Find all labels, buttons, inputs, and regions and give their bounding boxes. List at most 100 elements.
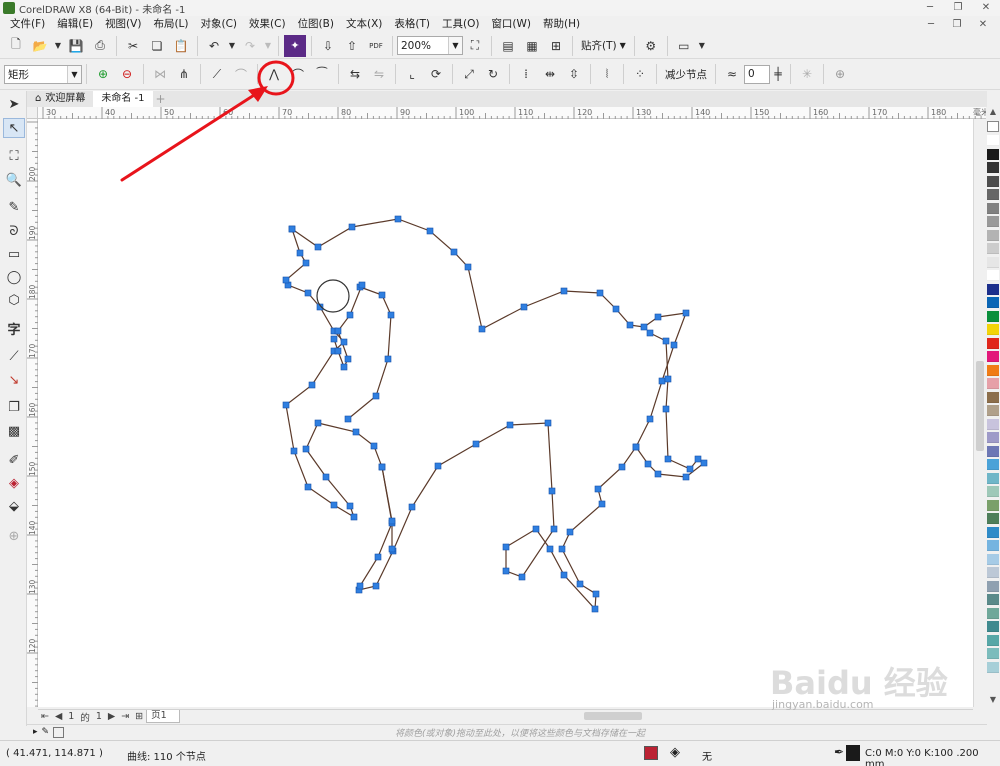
next-page-icon[interactable]: ▶ [105,711,118,722]
add-toolbar-icon[interactable]: ⊕ [829,63,851,85]
polygon-tool-icon[interactable]: ⬡ [3,290,25,310]
menu-object[interactable]: 对象(C) [195,16,244,33]
menu-view[interactable]: 视图(V) [99,16,147,33]
select-all-nodes-icon[interactable]: ⁘ [629,63,651,85]
color-swatch[interactable] [987,499,999,511]
pick-tool-icon[interactable]: ➤ [3,94,25,114]
symmetric-node-icon[interactable]: ⁀ [311,63,333,85]
doc-restore-icon[interactable]: ❐ [944,16,970,33]
menu-effects[interactable]: 效果(C) [243,16,292,33]
horse-curve-drawing[interactable] [38,119,973,707]
color-swatch[interactable] [987,175,999,187]
vertical-ruler[interactable]: 200 190 180 170 160 150 140 130 120 [27,119,38,707]
import-icon[interactable]: ⇩ [317,35,339,57]
drawing-canvas[interactable] [38,119,973,707]
tab-welcome-screen[interactable]: ⌂ 欢迎屏幕 [27,91,94,107]
open-icon[interactable]: 📂 [29,35,51,57]
curve-smoothness-input[interactable]: 0 [744,64,770,84]
menu-file[interactable]: 文件(F) [4,16,51,33]
guidelines-icon[interactable]: ⊞ [545,35,567,57]
smooth-node-icon[interactable]: ⌒ [287,63,309,85]
horizontal-ruler[interactable]: 30 40 50 60 70 80 90 100 110 120 130 140… [38,107,989,119]
cusp-node-icon[interactable]: ⋀ [263,63,285,85]
new-tab-icon[interactable]: + [153,91,169,107]
color-swatch[interactable] [987,580,999,592]
connector-tool-icon[interactable]: ↘ [3,370,25,390]
launch-icon[interactable]: ▭ [673,35,695,57]
join-nodes-icon[interactable]: ⋈ [149,63,171,85]
chevron-down-icon[interactable]: ▼ [67,65,81,83]
color-swatch[interactable] [987,148,999,160]
color-swatch[interactable] [987,661,999,673]
color-swatch[interactable] [987,243,999,254]
page-tab[interactable]: 页1 [146,710,180,723]
minimize-icon[interactable]: ─ [916,0,944,16]
interactive-fill-icon[interactable]: ◈ [3,473,25,493]
color-swatch[interactable] [987,351,999,362]
color-swatch[interactable] [987,364,999,376]
node-handles-icon[interactable]: ✳ [796,63,818,85]
mirror-h-icon[interactable]: ⇹ [539,63,561,85]
menu-help[interactable]: 帮助(H) [537,16,586,33]
color-swatch[interactable] [987,202,999,214]
to-line-icon[interactable]: ⟋ [206,63,228,85]
mirror-v-icon[interactable]: ⇳ [563,63,585,85]
color-swatch[interactable] [987,445,999,457]
transparency-icon[interactable]: ▩ [3,421,25,441]
new-doc-icon[interactable]: 🗋 [5,35,27,57]
no-color-swatch[interactable] [987,121,999,132]
close-curve-icon[interactable]: ⟳ [425,63,447,85]
color-swatch[interactable] [987,621,999,632]
smart-fill-icon[interactable]: ⬙ [3,496,25,516]
menu-tools[interactable]: 工具(O) [436,16,485,33]
menu-edit[interactable]: 编辑(E) [51,16,99,33]
color-swatch[interactable] [987,553,999,565]
elastic-mode-icon[interactable]: ⦚ [596,63,618,85]
extract-subpath-icon[interactable]: ⌞ [401,63,423,85]
last-page-icon[interactable]: ⇥ [118,711,132,722]
color-swatch[interactable] [987,256,999,268]
open-dropdown-icon[interactable]: ▼ [53,35,63,57]
align-nodes-icon[interactable]: ⁞ [515,63,537,85]
text-tool-icon[interactable]: 字 [3,318,25,338]
fill-icon[interactable] [644,746,658,760]
vertical-scroll-thumb[interactable] [976,361,984,451]
color-swatch[interactable] [987,135,999,146]
color-swatch[interactable] [987,459,999,470]
color-swatch[interactable] [987,162,999,173]
redo-icon[interactable]: ↷ [239,35,261,57]
color-swatch[interactable] [987,405,999,416]
add-node-icon[interactable]: ⊕ [92,63,114,85]
menu-layout[interactable]: 布局(L) [147,16,194,33]
ruler-origin[interactable] [27,107,38,119]
color-swatch[interactable] [987,513,999,524]
break-curve-icon[interactable]: ⋔ [173,63,195,85]
customize-toolbox-icon[interactable]: ⊕ [3,526,25,546]
full-screen-icon[interactable]: ⛶ [464,35,486,57]
color-swatch[interactable] [987,283,999,295]
color-swatch[interactable] [987,648,999,659]
color-swatch[interactable] [987,391,999,403]
restore-icon[interactable]: ❐ [944,0,972,16]
reduce-nodes-button[interactable]: 减少节点 [661,63,711,85]
ellipse-tool-icon[interactable]: ◯ [3,267,25,287]
outline-pen-icon[interactable]: ✒ [834,745,844,759]
rotate-nodes-icon[interactable]: ↻ [482,63,504,85]
close-icon[interactable]: ✕ [972,0,1000,16]
doc-palette-menu-icon[interactable]: ▸ [33,727,38,737]
palette-scroll-up-icon[interactable]: ▲ [987,107,999,117]
snap-to-button[interactable]: 贴齐(T) ▼ [577,35,630,57]
delete-node-icon[interactable]: ⊖ [116,63,138,85]
crop-tool-icon[interactable]: ⛶ [3,146,25,166]
copy-icon[interactable]: ❏ [146,35,168,57]
color-swatch[interactable] [987,607,999,619]
color-swatch[interactable] [987,634,999,646]
grid-icon[interactable]: ▦ [521,35,543,57]
print-icon[interactable]: ⎙ [89,35,111,57]
color-swatch[interactable] [987,229,999,241]
doc-close-icon[interactable]: ✕ [970,16,996,33]
zoom-level-combo[interactable]: 200% ▼ [397,36,463,55]
cut-icon[interactable]: ✂ [122,35,144,57]
vertical-scrollbar[interactable] [973,119,985,707]
prev-page-icon[interactable]: ◀ [52,711,65,722]
